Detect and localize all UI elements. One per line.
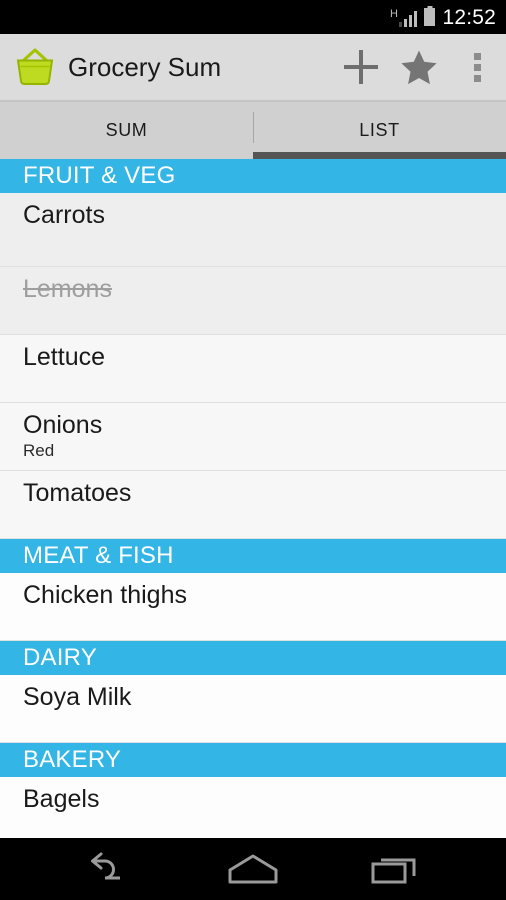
overflow-dots-icon: [473, 52, 481, 82]
phone-screen: H 12:52 Grocery Sum SUM LIST FRUIT & VEG…: [0, 0, 506, 900]
tab-bar: SUM LIST: [0, 102, 506, 159]
star-icon: [401, 50, 437, 84]
list-item-name: Lemons: [23, 275, 112, 303]
nav-back-button[interactable]: [68, 838, 154, 900]
list-item-name: Onions: [23, 411, 103, 439]
tab-sum[interactable]: SUM: [0, 102, 253, 159]
android-nav-bar: [0, 838, 506, 900]
section-header-bakery: BAKERY: [0, 743, 506, 777]
list-item[interactable]: Tomatoes: [0, 471, 506, 539]
network-indicator: H: [389, 7, 418, 27]
nav-recents-button[interactable]: [352, 838, 438, 900]
list-item-note: Red: [23, 441, 55, 460]
plus-icon: [344, 50, 378, 84]
list-item-name: Tomatoes: [23, 479, 132, 507]
section-header-meat-fish: MEAT & FISH: [0, 539, 506, 573]
signal-bars-icon: [398, 10, 418, 27]
recents-icon: [371, 858, 416, 884]
status-bar: H 12:52: [0, 0, 506, 34]
add-item-button[interactable]: [332, 33, 390, 101]
list-item[interactable]: Bagels: [0, 777, 506, 838]
list-item-name: Soya Milk: [23, 683, 132, 711]
status-bar-right: H 12:52: [390, 7, 496, 28]
list-item[interactable]: Onions Red: [0, 403, 506, 471]
overflow-menu-button[interactable]: [448, 33, 506, 101]
status-clock: 12:52: [442, 5, 496, 29]
list-item[interactable]: Lettuce: [0, 335, 506, 403]
page-title: Grocery Sum: [68, 51, 222, 82]
list-item[interactable]: Carrots: [0, 193, 506, 267]
list-item[interactable]: Chicken thighs: [0, 573, 506, 641]
grocery-list: FRUIT & VEG Carrots Lemons Lettuce Onion…: [0, 159, 506, 838]
shopping-basket-icon: [16, 48, 54, 85]
network-type-label: H: [389, 8, 398, 20]
list-item[interactable]: Soya Milk: [0, 675, 506, 743]
action-bar: Grocery Sum: [0, 34, 506, 102]
section-header-fruit-veg: FRUIT & VEG: [0, 159, 506, 193]
list-item-name: Chicken thighs: [23, 581, 187, 609]
list-item[interactable]: Lemons: [0, 267, 506, 335]
tab-list[interactable]: LIST: [253, 102, 506, 159]
section-header-dairy: DAIRY: [0, 641, 506, 675]
nav-home-button[interactable]: [210, 838, 296, 900]
list-item-name: Bagels: [23, 785, 100, 813]
back-arrow-icon: [91, 852, 120, 880]
list-item-name: Lettuce: [23, 343, 106, 371]
favorite-button[interactable]: [390, 33, 448, 101]
home-icon: [228, 854, 278, 884]
battery-icon: [424, 8, 436, 26]
list-item-name: Carrots: [23, 201, 105, 229]
